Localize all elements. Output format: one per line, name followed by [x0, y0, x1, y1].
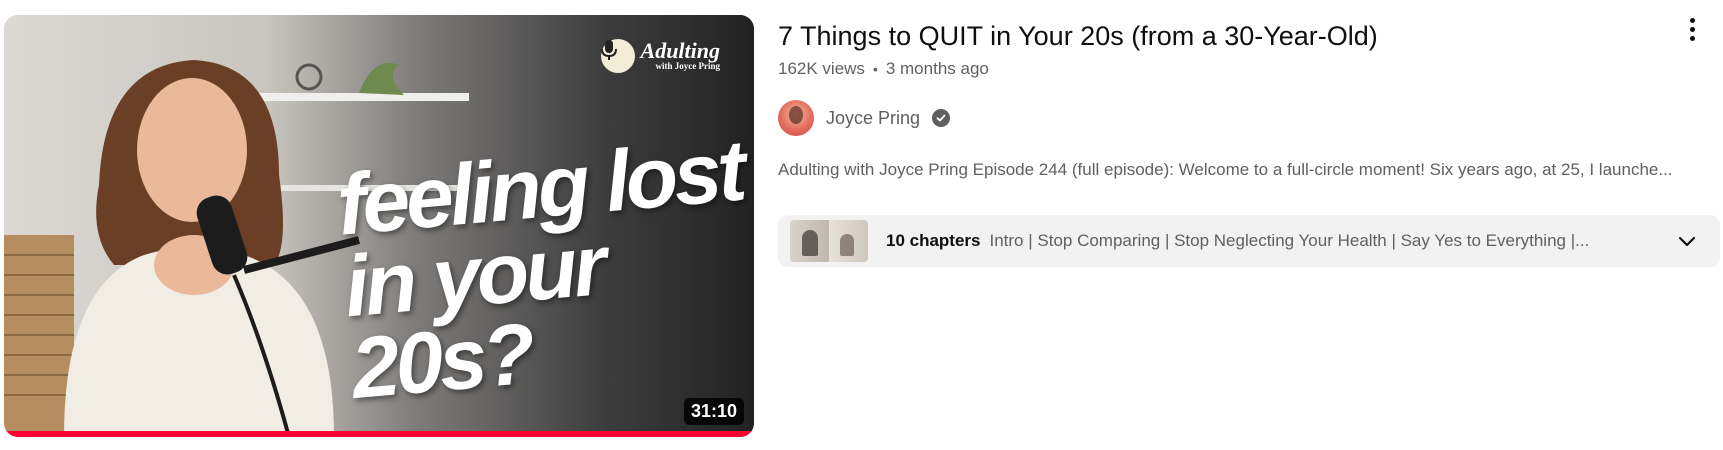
upload-age: 3 months ago: [885, 59, 989, 78]
watch-progress-bar: [4, 431, 754, 437]
thumbnail-headline-line2: in your 20s?: [340, 217, 607, 418]
chapter-thumbnail: [790, 220, 868, 262]
channel-avatar[interactable]: [778, 100, 814, 136]
video-description-snippet: Adulting with Joyce Pring Episode 244 (f…: [778, 160, 1673, 179]
microphone-icon: [600, 39, 635, 73]
video-metadata: 7 Things to QUIT in Your 20s (from a 30-…: [778, 18, 1718, 79]
video-result[interactable]: feeling lost in your 20s? Adulting with …: [0, 0, 1723, 450]
more-options-icon[interactable]: [1680, 14, 1704, 44]
duration-badge: 31:10: [683, 398, 744, 425]
video-title[interactable]: 7 Things to QUIT in Your 20s (from a 30-…: [778, 18, 1718, 54]
video-thumbnail[interactable]: feeling lost in your 20s? Adulting with …: [4, 15, 754, 437]
chapter-count: 10 chapters: [886, 231, 981, 250]
watch-progress-fill: [4, 431, 754, 437]
brand-name: Adulting: [640, 38, 720, 63]
thumbnail-brand-logo: Adulting with Joyce Pring: [600, 38, 720, 73]
video-stats: 162K views • 3 months ago: [778, 59, 1718, 79]
thumbnail-headline: feeling lost in your 20s?: [333, 123, 754, 418]
chevron-down-icon[interactable]: [1676, 230, 1698, 257]
channel-info[interactable]: Joyce Pring: [778, 100, 951, 136]
verified-check-icon: [932, 109, 951, 127]
chapter-list: Intro | Stop Comparing | Stop Neglecting…: [989, 231, 1590, 250]
chapters-expander[interactable]: 10 chapters Intro | Stop Comparing | Sto…: [778, 215, 1720, 267]
separator-dot: •: [872, 61, 878, 77]
channel-name[interactable]: Joyce Pring: [826, 108, 920, 129]
view-count: 162K views: [778, 59, 865, 78]
